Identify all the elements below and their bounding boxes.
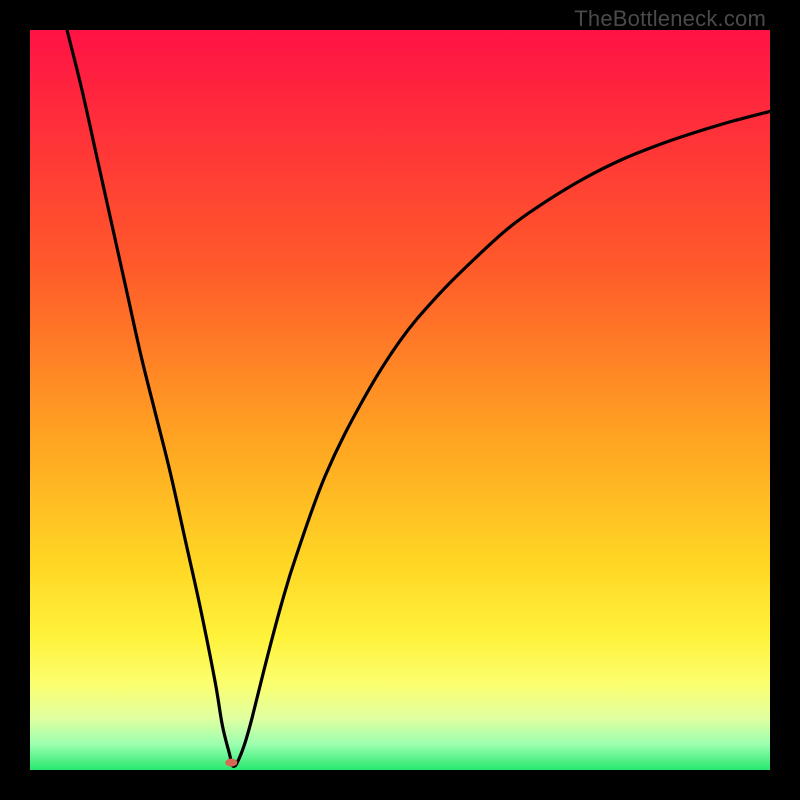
chart-frame: TheBottleneck.com [0,0,800,800]
bottleneck-curve [67,30,770,766]
curve-layer [30,30,770,770]
plot-area [30,30,770,770]
watermark-text: TheBottleneck.com [574,6,766,32]
minimum-marker [225,759,237,767]
